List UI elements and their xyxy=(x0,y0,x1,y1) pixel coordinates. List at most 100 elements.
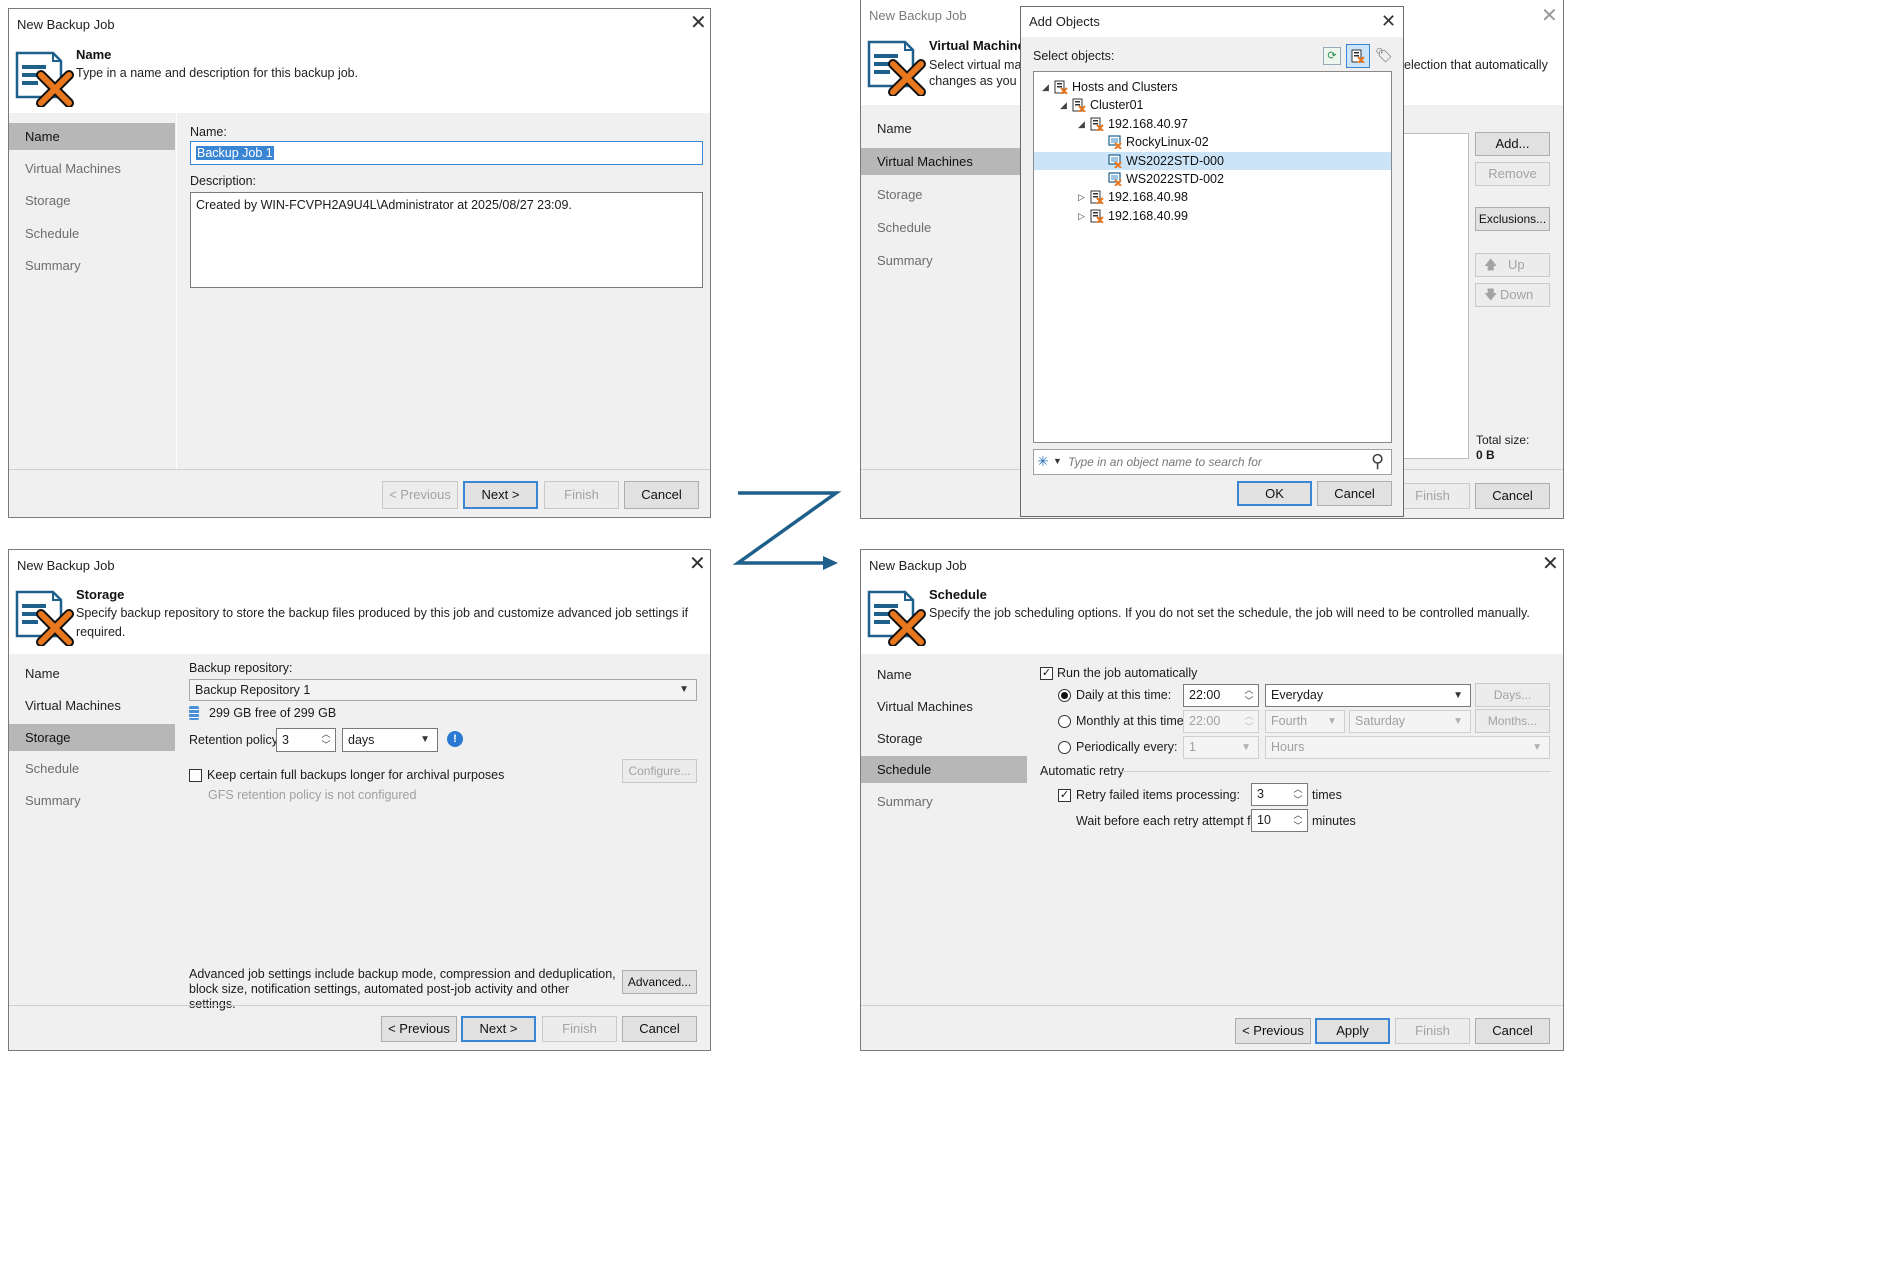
close-icon[interactable]: ✕ xyxy=(1541,4,1558,28)
nav-item-summary[interactable]: Summary xyxy=(9,252,175,279)
object-search-box[interactable]: ✳ ▼ Type in an object name to search for… xyxy=(1033,449,1392,475)
nav-item-storage[interactable]: Storage xyxy=(9,724,175,751)
retry-checkbox[interactable]: ✓ xyxy=(1058,789,1071,802)
nav-item-name[interactable]: Name xyxy=(861,115,1027,142)
cancel-button[interactable]: Cancel xyxy=(1317,481,1392,506)
nav-item-storage[interactable]: Storage xyxy=(861,725,1027,752)
refresh-icon[interactable]: ⟳ xyxy=(1323,47,1341,65)
hosts-view-icon[interactable] xyxy=(1346,44,1370,68)
previous-button[interactable]: < Previous xyxy=(382,481,458,509)
nav-item-summary[interactable]: Summary xyxy=(861,788,1027,815)
daily-time-input[interactable]: 22:00 ︿ ﹀ xyxy=(1183,684,1259,707)
finish-button[interactable]: Finish xyxy=(1395,483,1470,509)
periodic-radio[interactable] xyxy=(1058,741,1071,754)
close-icon[interactable]: ✕ xyxy=(1381,9,1396,33)
nav-item-storage[interactable]: Storage xyxy=(9,187,175,214)
run-automatically-checkbox[interactable]: ✓ xyxy=(1040,667,1053,680)
retry-stepper[interactable]: 3 ︿ ﹀ xyxy=(1251,783,1308,806)
cancel-button[interactable]: Cancel xyxy=(622,1016,697,1042)
exclusions-button[interactable]: Exclusions... xyxy=(1475,207,1550,231)
nav-item-name[interactable]: Name xyxy=(861,661,1027,688)
months-button[interactable]: Months... xyxy=(1475,709,1550,733)
tree-row[interactable]: RockyLinux-02 xyxy=(1034,133,1391,151)
spin-arrows-icon[interactable]: ︿ ﹀ xyxy=(1292,810,1304,831)
close-icon[interactable]: ✕ xyxy=(1542,552,1559,576)
cancel-button[interactable]: Cancel xyxy=(624,481,699,509)
advanced-button[interactable]: Advanced... xyxy=(622,970,697,994)
tree-row[interactable]: WS2022STD-002 xyxy=(1034,170,1391,188)
nav-item-virtual-machines[interactable]: Virtual Machines xyxy=(861,148,1027,175)
previous-button[interactable]: < Previous xyxy=(1235,1018,1311,1044)
cancel-button[interactable]: Cancel xyxy=(1475,483,1550,509)
backup-repository-select[interactable]: Backup Repository 1 ▼ xyxy=(189,679,697,701)
expanded-triangle-icon[interactable]: ◢ xyxy=(1042,78,1049,96)
ok-button[interactable]: OK xyxy=(1237,481,1312,506)
finish-button[interactable]: Finish xyxy=(1395,1018,1470,1044)
keep-full-backups-checkbox[interactable] xyxy=(189,769,202,782)
collapsed-triangle-icon[interactable]: ▷ xyxy=(1078,207,1085,225)
nav-item-schedule[interactable]: Schedule xyxy=(9,755,175,782)
monthly-day-select[interactable]: Saturday ▼ xyxy=(1349,710,1471,733)
nav-item-name[interactable]: Name xyxy=(9,660,175,687)
collapsed-triangle-icon[interactable]: ▷ xyxy=(1078,188,1085,206)
wait-stepper[interactable]: 10 ︿ ﹀ xyxy=(1251,809,1308,832)
vm-list[interactable] xyxy=(1401,133,1469,459)
next-button[interactable]: Next > xyxy=(463,481,538,509)
previous-button[interactable]: < Previous xyxy=(381,1016,457,1042)
chevron-down-icon[interactable]: ▼ xyxy=(1053,456,1062,466)
close-icon[interactable]: ✕ xyxy=(690,11,707,35)
retention-policy-stepper[interactable]: 3 ︿ ﹀ xyxy=(276,728,336,752)
tree-row[interactable]: ◢ Cluster01 xyxy=(1034,96,1391,114)
finish-button[interactable]: Finish xyxy=(542,1016,617,1042)
nav-item-name[interactable]: Name xyxy=(9,123,175,150)
periodic-value-select[interactable]: 1 ▼ xyxy=(1183,736,1259,759)
remove-button[interactable]: Remove xyxy=(1475,162,1550,186)
tree-row[interactable]: WS2022STD-000 xyxy=(1034,151,1391,170)
spin-arrows-icon[interactable]: ︿ ﹀ xyxy=(320,729,332,751)
expanded-triangle-icon[interactable]: ◢ xyxy=(1060,96,1067,114)
cancel-button[interactable]: Cancel xyxy=(1475,1018,1550,1044)
nav-item-virtual-machines[interactable]: Virtual Machines xyxy=(9,692,175,719)
nav-item-schedule[interactable]: Schedule xyxy=(861,756,1027,783)
next-button[interactable]: Next > xyxy=(461,1016,536,1042)
tree-row[interactable]: ▷ 192.168.40.99 xyxy=(1034,207,1391,225)
spin-arrows-icon[interactable]: ︿ ﹀ xyxy=(1243,685,1255,706)
apply-button[interactable]: Apply xyxy=(1315,1018,1390,1044)
nav-item-schedule[interactable]: Schedule xyxy=(861,214,1027,241)
monthly-week-select[interactable]: Fourth ▼ xyxy=(1265,710,1345,733)
spin-arrows-icon[interactable]: ︿ ﹀ xyxy=(1292,784,1304,805)
nav-item-virtual-machines[interactable]: Virtual Machines xyxy=(861,693,1027,720)
configure-button[interactable]: Configure... xyxy=(622,759,697,783)
run-automatically-label: Run the job automatically xyxy=(1057,666,1198,680)
daily-radio[interactable] xyxy=(1058,689,1071,702)
description-textarea[interactable]: Created by WIN-FCVPH2A9U4L\Administrator… xyxy=(190,192,703,288)
monthly-radio[interactable] xyxy=(1058,715,1071,728)
spin-arrows-icon[interactable]: ︿ ﹀ xyxy=(1243,711,1255,732)
add-button[interactable]: Add... xyxy=(1475,132,1550,156)
up-button[interactable]: 🡅 Up xyxy=(1475,253,1550,277)
down-button[interactable]: 🡇 Down xyxy=(1475,283,1550,307)
tag-icon[interactable]: 🏷 xyxy=(1375,47,1393,64)
nav-item-schedule[interactable]: Schedule xyxy=(9,220,175,247)
finish-button[interactable]: Finish xyxy=(544,481,619,509)
retention-unit-select[interactable]: days ▼ xyxy=(342,728,438,752)
nav-item-summary[interactable]: Summary xyxy=(861,247,1027,274)
name-input[interactable]: Backup Job 1 xyxy=(190,141,703,165)
tree-row[interactable]: ◢ 192.168.40.97 xyxy=(1034,115,1391,133)
daily-frequency-select[interactable]: Everyday ▼ xyxy=(1265,684,1471,707)
tree-row[interactable]: ▷ 192.168.40.98 xyxy=(1034,188,1391,206)
tree-row[interactable]: ◢ Hosts and Clusters xyxy=(1034,78,1391,96)
expanded-triangle-icon[interactable]: ◢ xyxy=(1078,115,1085,133)
periodic-unit-select[interactable]: Hours ▼ xyxy=(1265,736,1550,759)
monthly-time-input[interactable]: 22:00 ︿ ﹀ xyxy=(1183,710,1259,733)
nav-item-summary[interactable]: Summary xyxy=(9,787,175,814)
search-scope-icon[interactable]: ✳ xyxy=(1037,453,1049,470)
info-icon[interactable]: ! xyxy=(447,731,463,747)
close-icon[interactable]: ✕ xyxy=(689,552,706,576)
object-tree[interactable]: ◢ Hosts and Clusters ◢ Cluster01 ◢ 192.168.40… xyxy=(1033,71,1392,443)
days-button[interactable]: Days... xyxy=(1475,683,1550,707)
retry-unit: times xyxy=(1312,788,1342,802)
nav-item-storage[interactable]: Storage xyxy=(861,181,1027,208)
nav-item-virtual-machines[interactable]: Virtual Machines xyxy=(9,155,175,182)
search-icon[interactable]: ⚲ xyxy=(1371,451,1384,472)
